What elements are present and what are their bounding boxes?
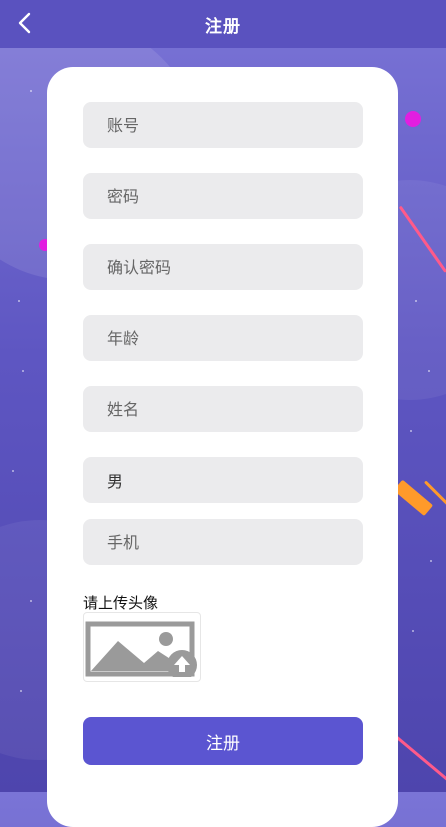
gender-select[interactable]: 男	[83, 457, 363, 503]
name-input[interactable]	[83, 386, 363, 432]
gender-value: 男	[107, 472, 124, 491]
account-input[interactable]	[83, 102, 363, 148]
avatar-upload-button[interactable]	[83, 612, 201, 682]
back-button[interactable]	[10, 8, 40, 38]
decor-dot	[405, 111, 421, 127]
page-title: 注册	[205, 16, 241, 37]
password-input[interactable]	[83, 173, 363, 219]
image-upload-icon	[85, 621, 197, 677]
app-header: 注册	[0, 0, 446, 48]
age-input[interactable]	[83, 315, 363, 361]
chevron-left-icon	[18, 12, 31, 34]
confirm-password-input[interactable]	[83, 244, 363, 290]
register-button[interactable]: 注册	[83, 717, 363, 765]
upload-avatar-label: 请上传头像	[83, 594, 159, 612]
phone-input[interactable]	[83, 519, 363, 565]
